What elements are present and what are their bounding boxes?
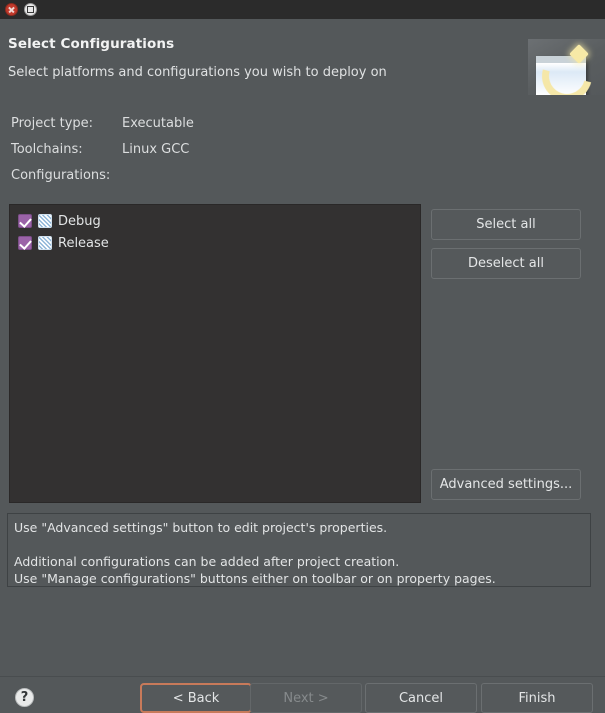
close-icon[interactable] <box>5 3 18 16</box>
configurations-row: Configurations: <box>11 168 110 183</box>
list-item[interactable]: Debug <box>10 210 420 232</box>
configurations-label: Configurations: <box>11 168 111 183</box>
maximize-icon[interactable] <box>24 3 37 16</box>
toolchains-row: Toolchains: Linux GCC <box>11 142 189 157</box>
configurations-list[interactable]: Debug Release <box>9 204 421 503</box>
window-titlebar <box>0 0 605 19</box>
info-line-3: Use "Manage configurations" buttons eith… <box>14 571 496 586</box>
build-config-icon <box>38 214 52 228</box>
help-icon[interactable]: ? <box>15 688 34 707</box>
toolchains-value: Linux GCC <box>122 142 190 157</box>
information-text-box: Use "Advanced settings" button to edit p… <box>7 513 591 587</box>
checkbox-debug[interactable] <box>18 214 32 228</box>
list-item-label: Release <box>58 235 109 251</box>
build-config-icon <box>38 236 52 250</box>
advanced-settings-button[interactable]: Advanced settings... <box>431 469 581 500</box>
project-type-row: Project type: Executable <box>11 116 194 131</box>
select-all-button[interactable]: Select all <box>431 209 581 240</box>
finish-button[interactable]: Finish <box>481 683 593 713</box>
page-title: Select Configurations <box>8 36 175 52</box>
footer-divider <box>0 676 605 677</box>
page-subtitle: Select platforms and configurations you … <box>8 65 387 80</box>
checkbox-release[interactable] <box>18 236 32 250</box>
eclipse-new-project-banner-icon <box>528 39 605 95</box>
next-button: Next > <box>250 683 362 713</box>
toolchains-label: Toolchains: <box>11 142 83 157</box>
dialog-header: Select Configurations Select platforms a… <box>0 19 605 95</box>
back-button[interactable]: < Back <box>140 683 252 713</box>
cancel-button[interactable]: Cancel <box>365 683 477 713</box>
deselect-all-button[interactable]: Deselect all <box>431 248 581 279</box>
info-line-1: Use "Advanced settings" button to edit p… <box>14 520 388 535</box>
project-type-value: Executable <box>122 116 194 131</box>
list-item[interactable]: Release <box>10 232 420 254</box>
info-blank-line <box>14 536 584 553</box>
project-type-label: Project type: <box>11 116 94 131</box>
list-item-label: Debug <box>58 213 101 229</box>
info-line-2: Additional configurations can be added a… <box>14 554 400 569</box>
